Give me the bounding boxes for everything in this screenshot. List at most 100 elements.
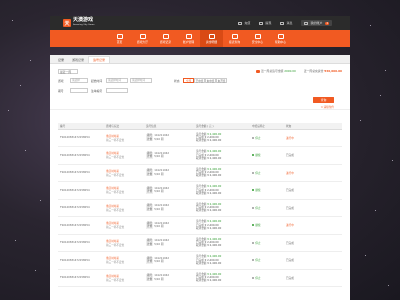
mainnav-lobby[interactable]: 游戏大厅 [131,30,154,47]
gamepad-icon [139,33,146,39]
mainnav-home-label: 首页 [116,39,123,44]
topnav-withdraw[interactable]: 提现 [259,21,271,25]
count-line: 计划 5/10 期 [146,172,194,177]
amount-line-3: 取消金额 ¥ 2,400.00 [196,279,250,282]
table-row[interactable]: TS0120831472158054 重庆时时彩 前三一码不定位 期号 14121… [58,164,342,182]
status-value: 进行中 [286,136,294,140]
table-row[interactable]: TS0120831472158054 重庆时时彩 前三一码不定位 期号 14121… [58,146,342,165]
star-dot [365,255,366,256]
amount-line-3: 取消金额 ¥ 2,400.00 [196,244,250,247]
mainnav-records-label: 游戏记录 [159,39,172,44]
amount-tag-3: 取消金额 [196,261,207,265]
topnav-recharge-label: 充值 [244,21,251,25]
cell-amount: 追号金额 ¥ 2,400.00 已完成 ¥ 2,400.00 取消金额 ¥ 2,… [194,199,250,217]
count-line: 计划 5/10 期 [146,225,194,229]
logo[interactable]: 天 天澳游戏 Amazing Sky Game [63,18,95,28]
star-dot [360,120,361,121]
status-value: 已完成 [286,241,294,245]
amount-tag-3: 取消金额 [196,174,207,178]
table-row[interactable]: TS0120831472158054 重庆时时彩 前三一码不定位 期号 14121… [58,129,342,147]
amount-line-3: 取消金额 ¥ 2,400.00 [196,157,250,160]
status-value: 已完成 [286,259,294,263]
star-dot [375,210,376,211]
count-line: 计划 5/10 期 [146,190,194,194]
mainnav-security[interactable]: 安全中心 [246,30,269,47]
topnav-recharge[interactable]: 充值 [238,21,250,25]
cell-id: TS0120831472158054 [58,181,104,200]
cell-status: 已完成 [284,146,342,165]
mainnav-help[interactable]: 帮助中心 [269,30,292,47]
tab-records[interactable]: 记录 [54,56,68,63]
summary-left: 近一周总追号金额 2000.00 [255,69,296,73]
issue-input[interactable] [70,88,88,93]
play-type: 前三一码不定位 [106,243,125,247]
start-time-label: 起始时间 [91,78,103,83]
star-dot [20,85,21,86]
cell-status: 已完成 [284,234,342,252]
status-value: 已完成 [286,276,294,280]
cell-info: 期号 141211042 计划 5/10 期 [144,216,194,235]
table-row[interactable]: TS0120831472158054 重庆时时彩 前三一码不定位 期号 14121… [58,199,342,217]
topnav-messages[interactable]: 消息 [280,21,292,25]
cell-id: TS0120831472158054 [58,146,104,165]
cell-stop: 停止 [250,251,284,270]
count-value: 5/10 期 [154,155,164,159]
game-select[interactable]: 请选择 [70,78,88,83]
row-id: TS0120831472158054 [60,276,90,280]
cell-stop: 继续 [250,181,284,200]
state-pending[interactable]: 未开奖 [216,78,227,83]
row-id: TS0120831472158054 [60,153,90,157]
cell-stop: 停止 [250,234,284,252]
end-time-input[interactable]: 请选择时间 [130,78,152,83]
query-button-label: 查询 [320,98,327,102]
start-time-input[interactable]: 请选择时间 [106,78,128,83]
mainnav-funds[interactable]: 资金明细 [200,30,223,47]
count-value: 5/10 期 [154,225,164,229]
state-won[interactable]: 已中奖 [194,78,205,83]
mainnav-account[interactable]: 账户管理 [177,30,200,47]
summary-right-value: ¥30,000.00 [324,69,342,73]
shield-icon [254,33,261,39]
mainnav-records[interactable]: 游戏记录 [154,30,177,47]
state-lost[interactable]: 未中奖 [205,78,216,83]
period-select[interactable]: 最近一周 [58,69,78,74]
cell-info: 期号 141211042 计划 5/10 期 [144,129,194,147]
mainnav-reports-label: 报表查询 [228,39,241,44]
table-row[interactable]: TS0120831472158054 重庆时时彩 前三一码不定位 期号 14121… [58,216,342,235]
status-value: 已完成 [286,154,294,158]
amount-value-3: ¥ 2,400.00 [207,261,222,265]
table-row[interactable]: TS0120831472158054 重庆时时彩 前三一码不定位 期号 14121… [58,269,342,287]
table-row[interactable]: TS0120831472158054 重庆时时彩 前三一码不定位 期号 14121… [58,251,342,270]
table-row[interactable]: TS0120831472158054 重庆时时彩 前三一码不定位 期号 14121… [58,181,342,200]
cell-status: 已完成 [284,199,342,217]
state-all[interactable]: 全部 [183,78,194,83]
star-dot [40,200,41,201]
reset-link[interactable]: ⟲ 清除条件 [321,105,334,109]
tab-game-records[interactable]: 游戏记录 [68,56,88,63]
cell-game: 重庆时时彩 前三一码不定位 [104,181,144,200]
summary-left-value: 2000.00 [284,69,296,73]
table-row[interactable]: TS0120831472158054 重庆时时彩 前三一码不定位 期号 14121… [58,234,342,252]
row-id: TS0120831472158054 [60,223,90,227]
order-input[interactable] [106,88,128,93]
star-dot [12,20,13,21]
row-id: TS0120831472158054 [60,241,90,245]
count-value: 5/10 期 [154,242,164,246]
cell-amount: 追号金额 ¥ 2,400.00 已完成 ¥ 2,400.00 取消金额 ¥ 2,… [194,216,250,235]
query-button[interactable]: 查询 [313,97,334,103]
topnav-account[interactable]: 我的账户 4 [301,20,332,26]
play-type: 前三一码不定位 [106,156,125,160]
chart-icon [231,33,238,39]
cell-game: 重庆时时彩 前三一码不定位 [104,199,144,217]
mainnav-reports[interactable]: 报表查询 [223,30,246,47]
mainnav-home[interactable]: 首页 [108,30,131,47]
mainnav-security-label: 安全中心 [251,39,264,44]
cell-game: 重庆时时彩 前三一码不定位 [104,164,144,182]
tab-chase-records[interactable]: 追号记录 [88,56,111,63]
amount-line-3: 取消金额 ¥ 2,400.00 [196,139,250,142]
star-dot [30,60,31,61]
order-label: 注单编号 [91,88,103,93]
state-label: 状态 [174,78,180,83]
cell-status: 已完成 [284,181,342,200]
mainnav-account-label: 账户管理 [182,39,195,44]
